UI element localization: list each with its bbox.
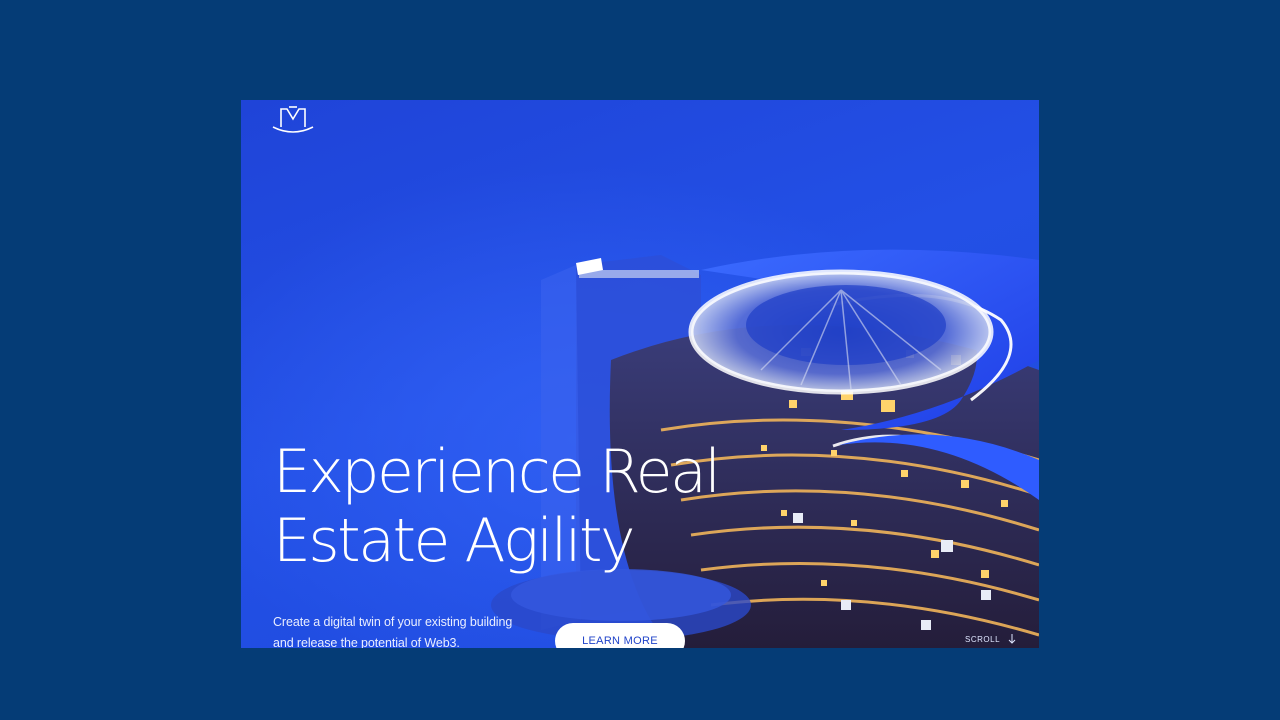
arrow-down-icon <box>1008 634 1016 644</box>
hero-subtext: Create a digital twin of your existing b… <box>273 612 512 648</box>
learn-more-button[interactable]: LEARN MORE <box>555 623 685 648</box>
subtext-line-2: and release the potential of Web3. <box>273 636 460 648</box>
headline-line-2: Estate Agility <box>273 506 636 576</box>
scroll-indicator[interactable]: SCROLL <box>965 634 1016 644</box>
subtext-line-1: Create a digital twin of your existing b… <box>273 615 513 629</box>
hero-headline: Experience Real Estate Agility <box>273 437 721 576</box>
hero-section: Experience Real Estate Agility Create a … <box>241 100 1039 648</box>
scroll-label: SCROLL <box>965 634 1001 644</box>
headline-line-1: Experience Real <box>273 437 721 507</box>
brand-logo-icon[interactable] <box>271 103 315 137</box>
